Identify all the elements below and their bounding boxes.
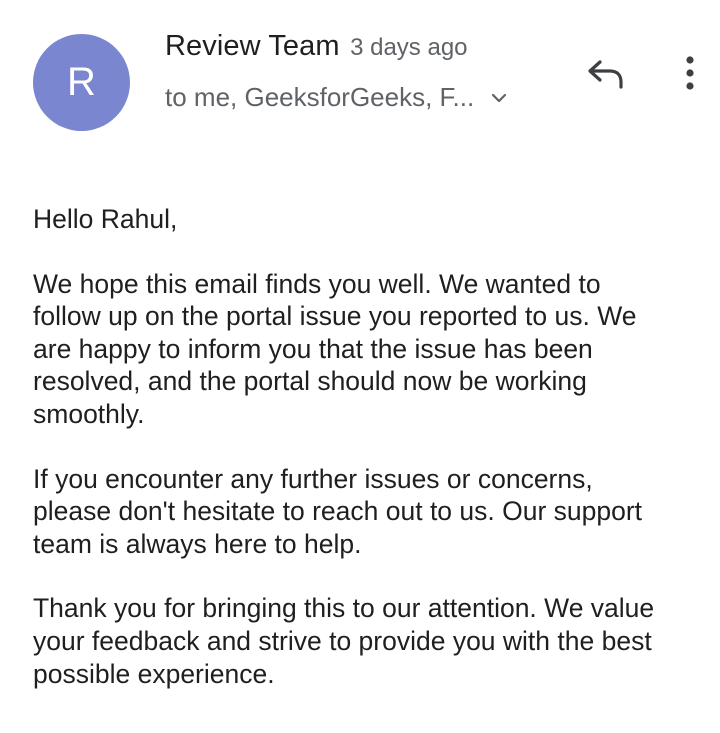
email-header: R Review Team 3 days ago to me, Geeksfor…	[0, 0, 720, 150]
email-paragraph: We hope this email finds you well. We wa…	[33, 268, 637, 429]
avatar-letter: R	[67, 60, 96, 104]
sender-name[interactable]: Review Team	[165, 30, 340, 62]
reply-button[interactable]	[583, 52, 629, 98]
sender-line: Review Team 3 days ago	[165, 30, 468, 63]
sender-avatar[interactable]: R	[33, 34, 130, 131]
recipients-toggle[interactable]: to me, GeeksforGeeks, F...	[165, 82, 510, 113]
more-vert-icon	[685, 55, 695, 96]
recipients-text: to me, GeeksforGeeks, F...	[165, 82, 475, 112]
more-options-button[interactable]	[672, 52, 708, 98]
email-paragraph: If you encounter any further issues or c…	[33, 463, 643, 559]
email-timestamp: 3 days ago	[350, 34, 468, 61]
email-paragraph: Thank you for bringing this to our atten…	[33, 593, 655, 689]
chevron-down-icon[interactable]	[488, 87, 510, 109]
email-greeting: Hello Rahul,	[33, 204, 178, 234]
reply-icon	[586, 56, 626, 95]
email-body: Hello Rahul, We hope this email finds yo…	[33, 203, 713, 722]
